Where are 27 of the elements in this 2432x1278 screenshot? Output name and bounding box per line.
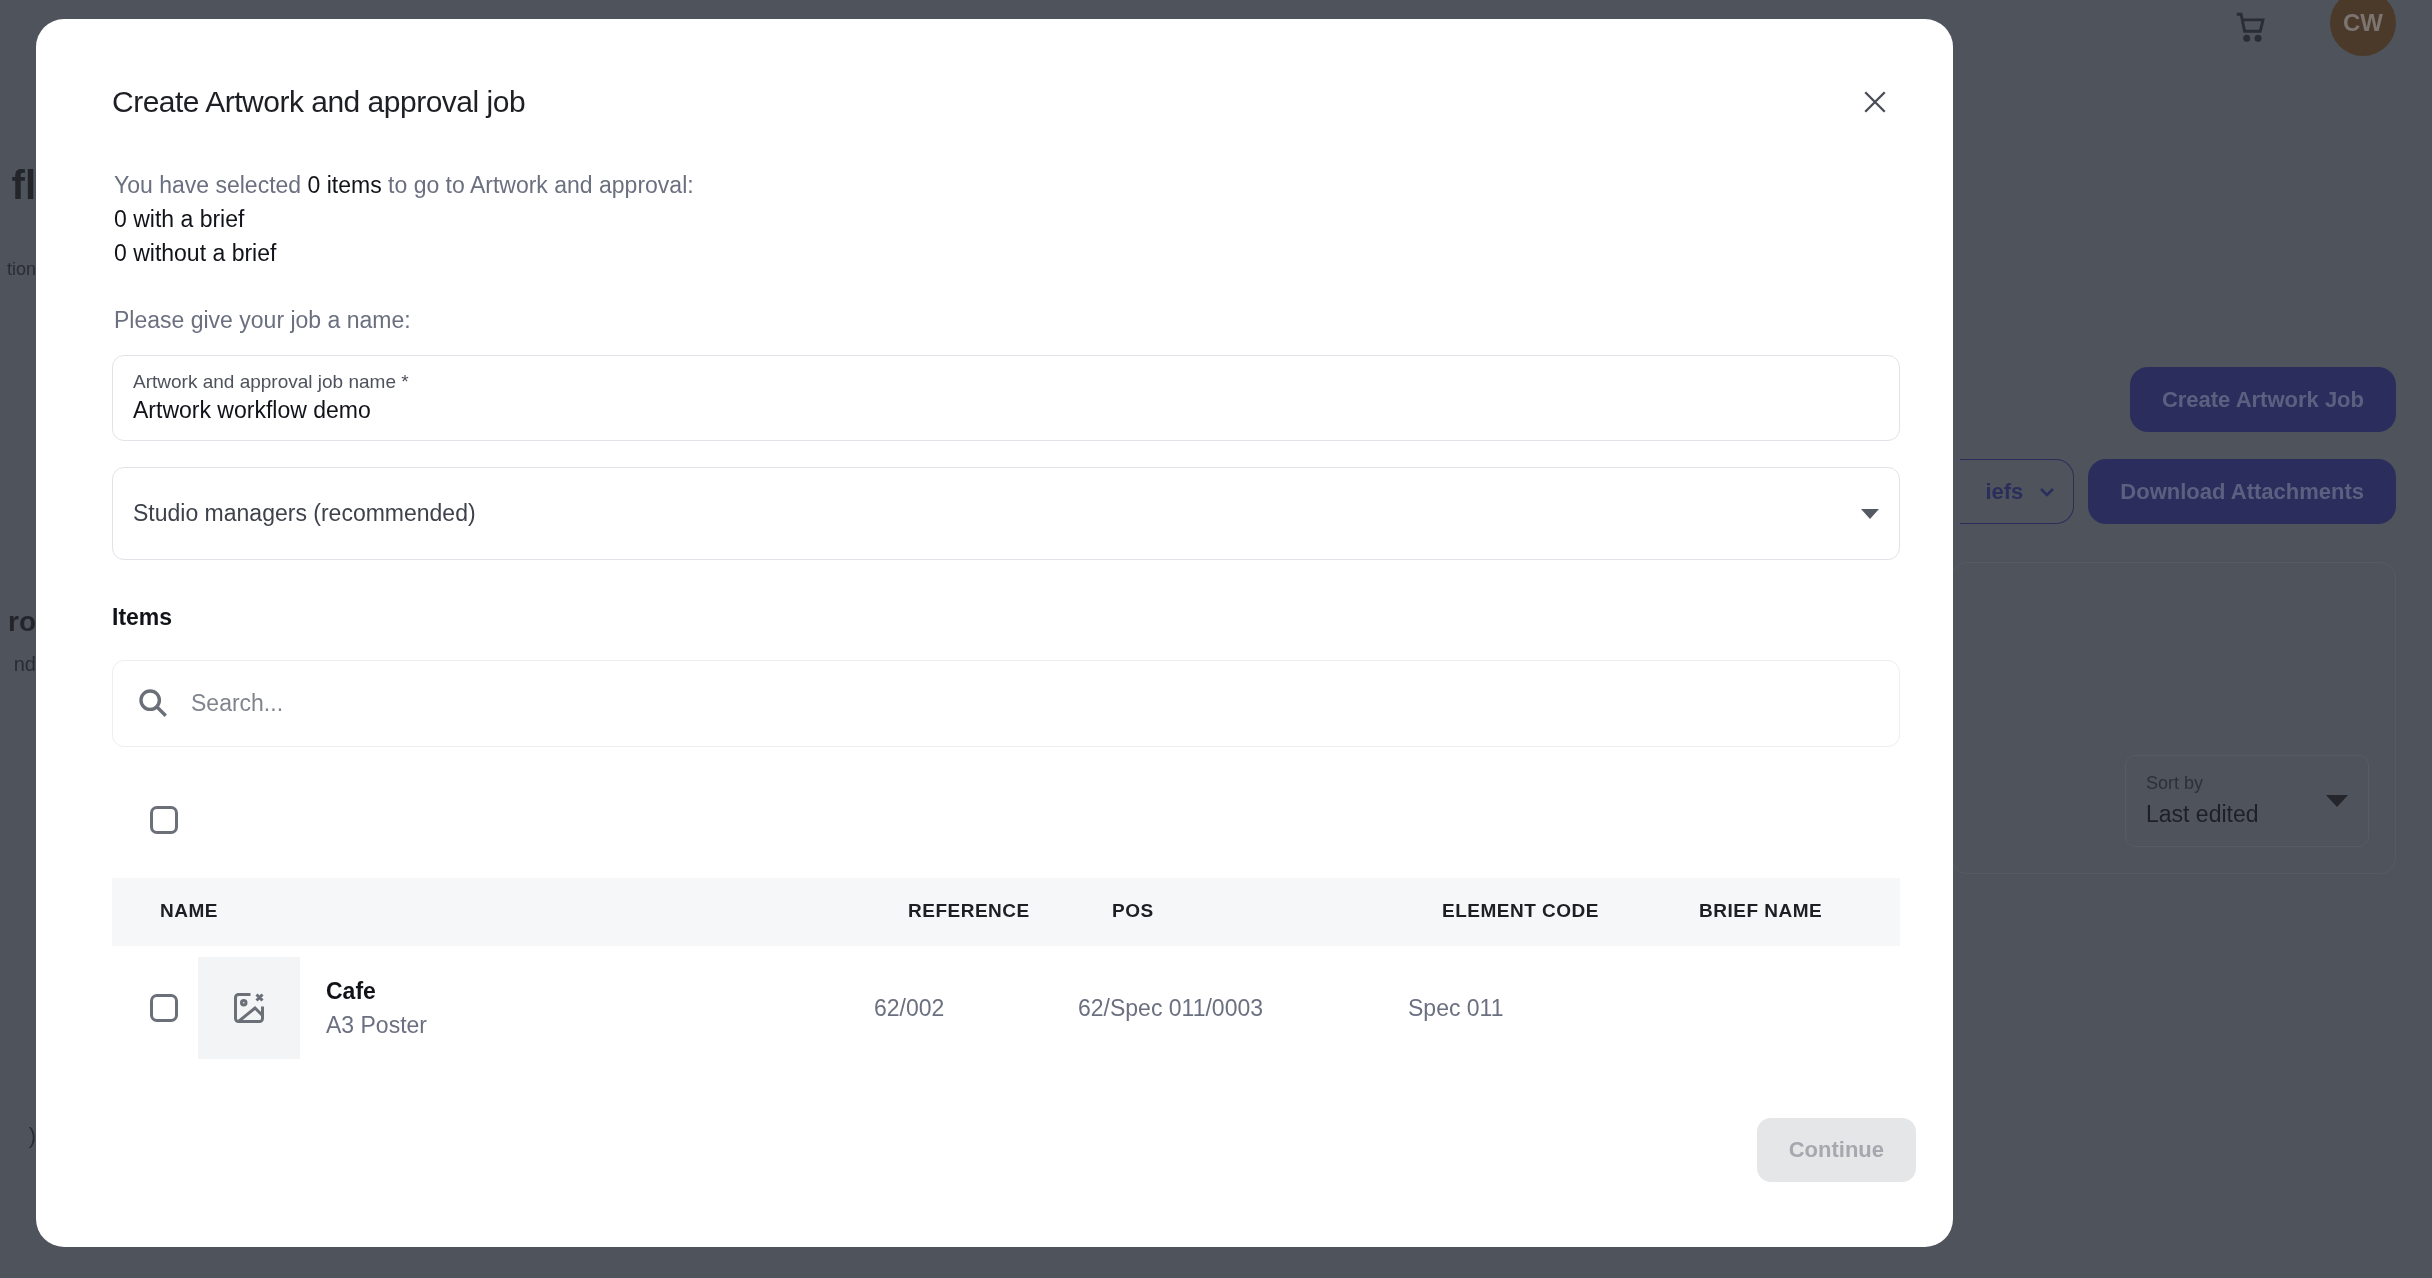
dropdown-caret-icon	[2326, 795, 2348, 807]
search-field[interactable]: Search...	[112, 659, 1900, 747]
table-cell-text: 62/002	[874, 993, 946, 1023]
table-cell-text: 62/Spec 011/0003	[1078, 993, 1264, 1023]
dropdown-caret-icon	[1861, 508, 1879, 519]
column-header: BRIEF NAME	[1699, 899, 1824, 924]
item-name: Cafe	[326, 976, 377, 1006]
checkbox[interactable]	[150, 805, 178, 834]
column-header: POS	[1112, 899, 1155, 924]
with-brief-count: 0 with a brief	[114, 205, 246, 234]
column-header: REFERENCE	[908, 899, 1031, 924]
job-name-field[interactable]: Artwork and approval job name * Artwork workflow demo	[112, 355, 1900, 441]
user-avatar[interactable]: CW	[2330, 0, 2396, 56]
studio-managers-select[interactable]: Studio managers (recommended)	[112, 467, 1900, 560]
image-off-icon	[231, 990, 267, 1026]
footer-text: )	[28, 1122, 36, 1150]
job-name-input[interactable]: Artwork workflow demo	[133, 394, 1879, 426]
items-heading: Items	[112, 603, 174, 632]
name-prompt: Please give your job a name:	[114, 306, 412, 335]
without-brief-count: 0 without a brief	[114, 239, 278, 268]
column-header: NAME	[160, 899, 219, 924]
table-cell-text: Spec 011	[1408, 993, 1505, 1023]
checkbox[interactable]	[150, 994, 178, 1022]
dialog-title: Create Artwork and approval job	[112, 84, 526, 120]
selection-summary: You have selected 0 items to go to Artwork and approval:	[114, 171, 695, 200]
item-format: A3 Poster	[326, 1011, 428, 1040]
column-header: ELEMENT CODE	[1442, 899, 1600, 924]
